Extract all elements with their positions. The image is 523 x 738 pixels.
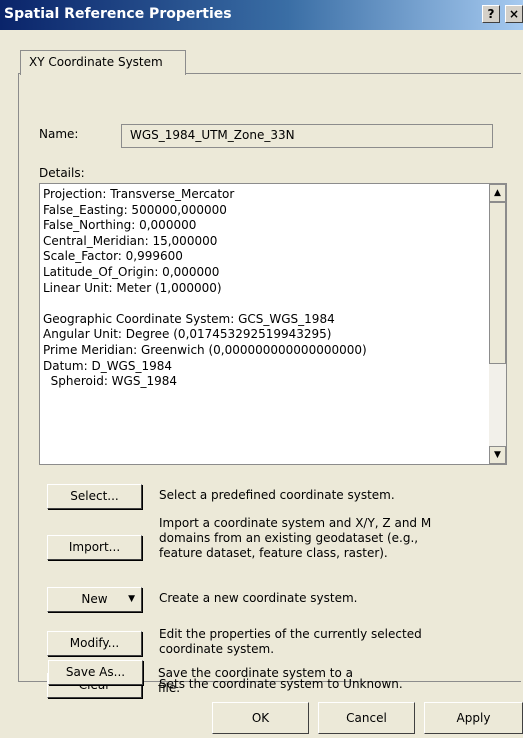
details-line: Datum: D_WGS_1984 [43, 358, 173, 373]
window-title: Spatial Reference Properties [4, 6, 232, 22]
modify-description: Edit the properties of the currently sel… [159, 627, 422, 656]
title-bar: Spatial Reference Properties ? × [0, 0, 523, 30]
dropdown-arrow-icon: ▼ [128, 594, 135, 604]
tab-panel: Name: WGS_1984_UTM_Zone_33N Details: Pro… [18, 73, 521, 698]
details-text: Projection: Transverse_Mercator False_Eas… [43, 187, 367, 390]
new-button[interactable]: New ▼ [47, 587, 142, 612]
details-textbox[interactable]: Projection: Transverse_Mercator False_Eas… [39, 183, 507, 465]
details-line [43, 296, 367, 312]
details-line: Latitude_Of_Origin: 0,000000 [43, 264, 220, 279]
name-field[interactable]: WGS_1984_UTM_Zone_33N [121, 124, 493, 148]
name-label: Name: [39, 127, 79, 141]
details-scrollbar[interactable]: ▲ ▼ [489, 184, 506, 464]
dialog-body: XY Coordinate System Name: WGS_1984_UTM_… [0, 30, 523, 738]
details-line: Linear Unit: Meter (1,000000) [43, 280, 222, 295]
details-line: Projection: Transverse_Mercator [43, 187, 235, 201]
help-button[interactable]: ? [482, 5, 500, 23]
name-value: WGS_1984_UTM_Zone_33N [130, 128, 295, 142]
tab-label: XY Coordinate System [29, 55, 163, 69]
details-line: False_Easting: 500000,000000 [43, 202, 227, 217]
details-line: False_Northing: 0,000000 [43, 218, 197, 233]
details-label: Details: [39, 166, 85, 180]
details-line: Geographic Coordinate System: GCS_WGS_19… [43, 311, 335, 326]
import-button[interactable]: Import... [47, 535, 142, 560]
tab-xy-coordinate-system[interactable]: XY Coordinate System [20, 50, 186, 75]
save-as-description: Save the coordinate system to a file. [158, 666, 354, 695]
details-line: Scale_Factor: 0,999600 [43, 249, 183, 264]
cancel-button[interactable]: Cancel [318, 702, 415, 734]
import-description: Import a coordinate system and X/Y, Z an… [159, 516, 432, 560]
apply-button[interactable]: Apply [424, 702, 523, 734]
new-button-label: New [81, 592, 108, 606]
details-line: Angular Unit: Degree (0,0174532925199432… [43, 327, 332, 342]
details-line: Spheroid: WGS_1984 [43, 374, 177, 389]
details-line: Prime Meridian: Greenwich (0,00000000000… [43, 342, 367, 357]
new-description: Create a new coordinate system. [159, 591, 358, 605]
save-as-button[interactable]: Save As... [48, 660, 143, 685]
modify-button[interactable]: Modify... [47, 631, 142, 656]
scroll-thumb[interactable] [489, 202, 506, 364]
ok-button[interactable]: OK [212, 702, 309, 734]
select-description: Select a predefined coordinate system. [159, 488, 395, 502]
details-line: Central_Meridian: 15,000000 [43, 233, 218, 248]
select-button[interactable]: Select... [47, 484, 142, 509]
scroll-up-icon[interactable]: ▲ [489, 184, 506, 202]
close-button[interactable]: × [505, 5, 523, 23]
scroll-down-icon[interactable]: ▼ [489, 446, 506, 464]
